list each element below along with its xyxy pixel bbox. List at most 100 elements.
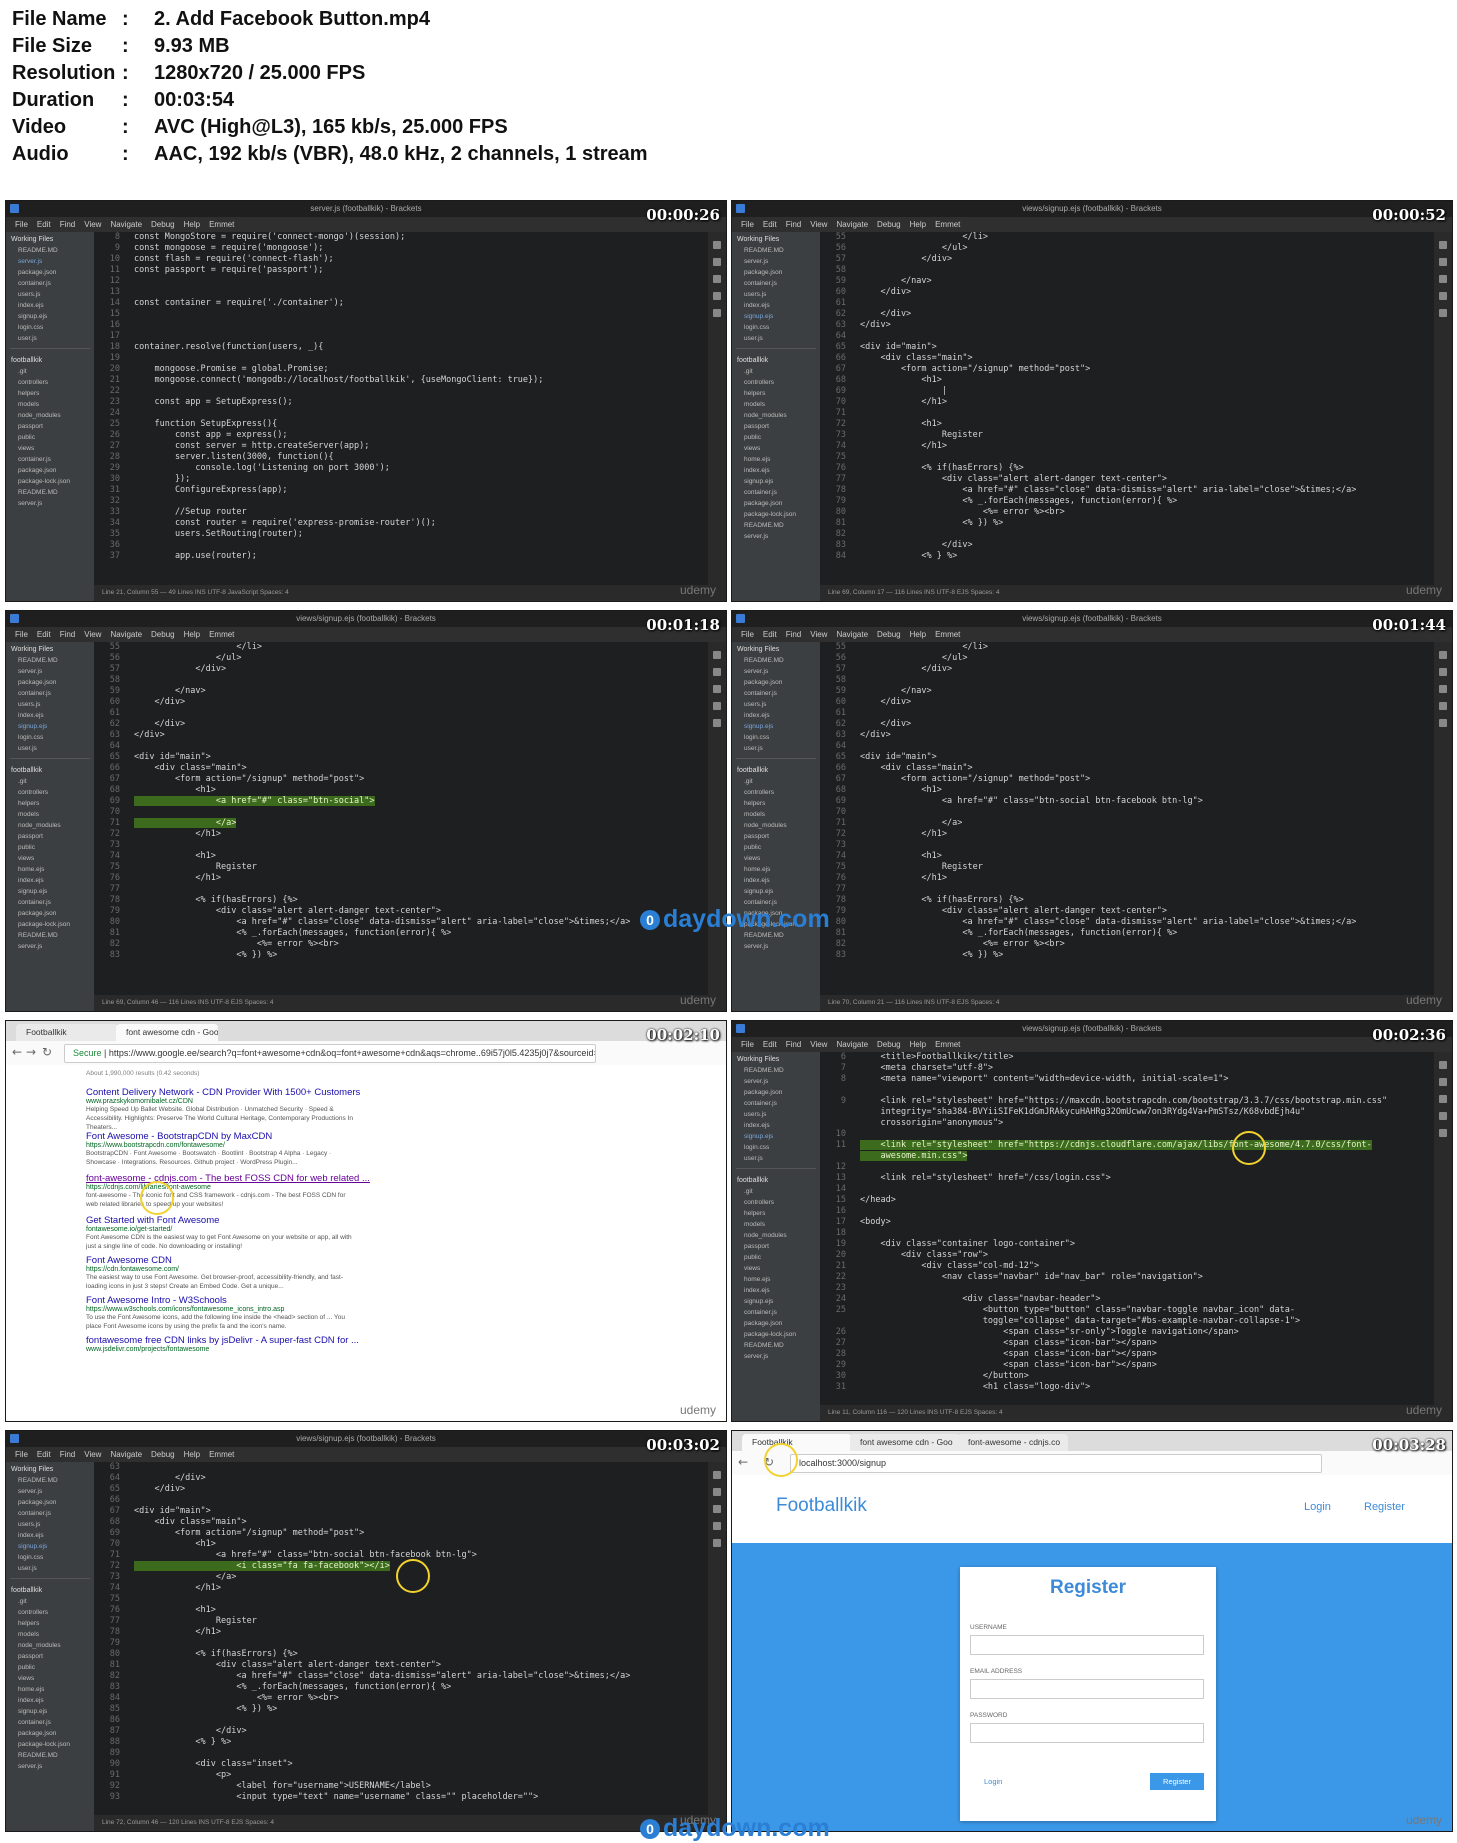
sidebar-file-item[interactable]: passport [732,831,820,842]
sidebar-file-item[interactable]: public [732,432,820,443]
email-input[interactable] [970,1679,1204,1699]
sidebar-file-item[interactable]: server.js [732,1351,820,1362]
toolbar-icon[interactable] [713,651,721,659]
menu-item-view[interactable]: View [810,217,827,232]
sidebar-file-item[interactable]: home.ejs [732,1274,820,1285]
menu-item-emmet[interactable]: Emmet [209,217,234,232]
menu-item-navigate[interactable]: Navigate [110,1447,142,1462]
sidebar-file-item[interactable]: README.MD [732,655,820,666]
menu-item-debug[interactable]: Debug [877,217,901,232]
toolbar-icon[interactable] [713,1488,721,1496]
sidebar-file-item[interactable]: package.json [732,498,820,509]
sidebar-file-item[interactable]: package.json [732,1087,820,1098]
sidebar-file-item[interactable]: node_modules [732,820,820,831]
result-title-link[interactable]: Content Delivery Network - CDN Provider … [86,1087,360,1098]
menu-item-view[interactable]: View [810,1037,827,1052]
menu-item-debug[interactable]: Debug [151,627,175,642]
sidebar-file-item[interactable]: signup.ejs [6,1541,94,1552]
toolbar-icon[interactable] [1439,309,1447,317]
menu-item-file[interactable]: File [15,217,28,232]
sidebar-file-item[interactable]: server.js [6,498,94,509]
toolbar-icon[interactable] [713,719,721,727]
result-title-link[interactable]: font-awesome - cdnjs.com - The best FOSS… [86,1173,370,1184]
reload-icon[interactable]: ↻ [42,1045,52,1059]
sidebar-file-item[interactable]: .git [732,1186,820,1197]
sidebar-file-item[interactable]: package.json [732,677,820,688]
sidebar-file-item[interactable]: Working Files [6,232,94,245]
sidebar-file-item[interactable]: controllers [732,1197,820,1208]
toolbar-icon[interactable] [1439,1061,1447,1069]
menu-item-find[interactable]: Find [786,217,802,232]
sidebar-file-item[interactable]: public [6,842,94,853]
back-arrow-icon[interactable]: ← [738,1455,748,1469]
menu-item-emmet[interactable]: Emmet [209,1447,234,1462]
sidebar-file-item[interactable]: container.js [6,1508,94,1519]
sidebar-file-item[interactable]: user.js [6,333,94,344]
sidebar-file-item[interactable]: login.css [732,1142,820,1153]
browser-tab[interactable]: font awesome cdn - Goo [116,1024,218,1041]
sidebar-file-item[interactable]: controllers [732,787,820,798]
sidebar-file-item[interactable]: package.json [732,1318,820,1329]
sidebar-file-item[interactable]: users.js [6,289,94,300]
sidebar-file-item[interactable]: home.ejs [732,454,820,465]
login-link[interactable]: Login [984,1777,1002,1786]
toolbar-icon[interactable] [1439,685,1447,693]
nav-register-link[interactable]: Register [1364,1501,1405,1513]
sidebar-file-item[interactable]: package.json [6,1728,94,1739]
sidebar-file-item[interactable]: users.js [732,699,820,710]
sidebar-file-item[interactable]: footballkik [6,763,94,776]
sidebar-file-item[interactable]: passport [6,831,94,842]
toolbar-icon[interactable] [713,258,721,266]
menu-item-find[interactable]: Find [60,1447,76,1462]
sidebar-file-item[interactable]: home.ejs [6,864,94,875]
toolbar-icon[interactable] [1439,1078,1447,1086]
toolbar-icon[interactable] [713,1522,721,1530]
menu-item-edit[interactable]: Edit [763,627,777,642]
menu-item-find[interactable]: Find [786,1037,802,1052]
sidebar-file-item[interactable]: index.ejs [6,875,94,886]
sidebar-file-item[interactable]: footballkik [732,353,820,366]
sidebar-file-item[interactable]: index.ejs [732,300,820,311]
sidebar-file-item[interactable]: public [732,1252,820,1263]
sidebar-file-item[interactable]: signup.ejs [6,721,94,732]
toolbar-icon[interactable] [713,275,721,283]
address-bar[interactable]: localhost:3000/signup [790,1454,1322,1473]
sidebar-file-item[interactable]: helpers [732,1208,820,1219]
code-editor[interactable]: 63 64 </div> 65 </div> 66 67 <div id="main"> 6… [94,1462,708,1815]
sidebar-file-item[interactable]: Working Files [6,1462,94,1475]
sidebar-file-item[interactable]: node_modules [6,820,94,831]
menu-item-view[interactable]: View [84,217,101,232]
sidebar-file-item[interactable]: package.json [6,908,94,919]
sidebar-file-item[interactable]: helpers [732,798,820,809]
toolbar-icon[interactable] [1439,1095,1447,1103]
address-bar[interactable]: Secure | https://www.google.ee/search?q=… [64,1044,596,1063]
nav-login-link[interactable]: Login [1304,1501,1331,1513]
toolbar-icon[interactable] [1439,258,1447,266]
menu-item-edit[interactable]: Edit [37,217,51,232]
sidebar-file-item[interactable]: .git [6,366,94,377]
menu-item-file[interactable]: File [741,217,754,232]
code-editor[interactable]: 8 const MongoStore = require('connect-mon… [94,232,708,585]
sidebar-file-item[interactable]: node_modules [6,410,94,421]
toolbar-icon[interactable] [1439,651,1447,659]
sidebar-file-item[interactable]: models [6,809,94,820]
sidebar-file-item[interactable]: views [732,853,820,864]
sidebar-file-item[interactable]: signup.ejs [732,476,820,487]
sidebar-file-item[interactable]: Working Files [732,232,820,245]
browser-tab[interactable]: Footballkik [16,1024,118,1041]
sidebar-file-item[interactable]: README.MD [732,1065,820,1076]
menu-item-view[interactable]: View [84,1447,101,1462]
sidebar-file-item[interactable]: README.MD [6,1475,94,1486]
sidebar-file-item[interactable]: server.js [6,666,94,677]
sidebar-file-item[interactable]: footballkik [6,353,94,366]
sidebar-file-item[interactable]: README.MD [6,655,94,666]
sidebar-file-item[interactable]: .git [732,776,820,787]
menu-item-find[interactable]: Find [60,627,76,642]
menu-item-edit[interactable]: Edit [37,1447,51,1462]
sidebar-file-item[interactable]: helpers [6,388,94,399]
sidebar-file-item[interactable]: signup.ejs [732,721,820,732]
sidebar-file-item[interactable]: footballkik [732,1173,820,1186]
browser-tab[interactable]: font-awesome - cdnjs.co [958,1434,1068,1451]
sidebar-file-item[interactable]: server.js [6,941,94,952]
toolbar-icon[interactable] [713,1505,721,1513]
